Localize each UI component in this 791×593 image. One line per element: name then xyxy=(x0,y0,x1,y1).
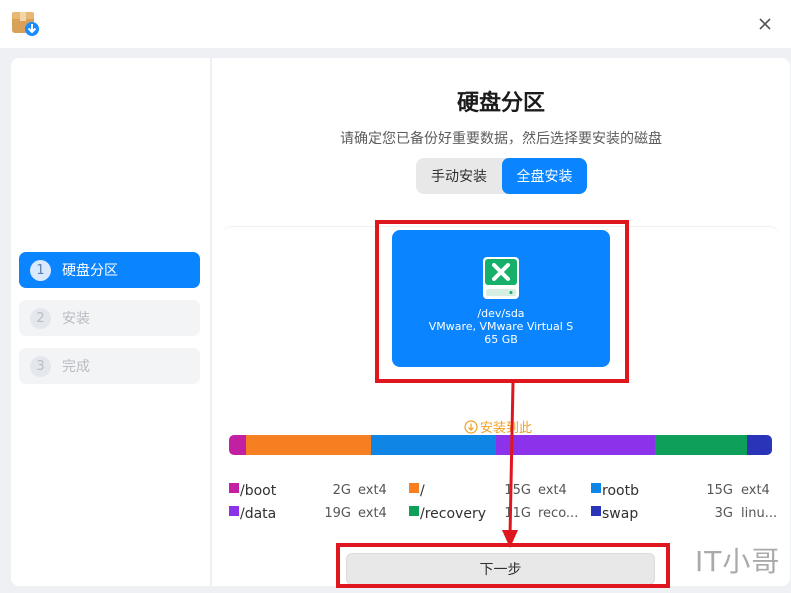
partition-segment xyxy=(371,435,497,455)
partition-segment xyxy=(655,435,747,455)
partition-size: 3G xyxy=(714,506,733,521)
page-title: 硬盘分区 xyxy=(456,91,545,116)
partition-filesystem: ext4 xyxy=(358,506,387,521)
partition-name: swap xyxy=(602,506,639,522)
legend-swatch xyxy=(409,506,419,516)
partition-name: / xyxy=(420,483,425,499)
install-mode-toggle: 手动安装 全盘安装 xyxy=(416,158,587,194)
legend-item: /data 19G ext4 xyxy=(229,506,409,524)
partition-segment xyxy=(245,435,371,455)
legend-swatch xyxy=(229,506,239,516)
step-finish[interactable]: 3 完成 xyxy=(19,348,200,384)
partition-name: /data xyxy=(240,506,277,522)
close-icon[interactable] xyxy=(753,12,777,36)
legend-item: rootb 15G ext4 xyxy=(591,483,771,501)
partition-filesystem: ext4 xyxy=(741,483,770,498)
step-number: 1 xyxy=(30,259,51,281)
partition-name: /boot xyxy=(240,483,277,499)
partition-size: 15G xyxy=(706,483,733,498)
legend-item: / 15G ext4 xyxy=(409,483,589,501)
partition-filesystem: linu... xyxy=(741,506,778,521)
tab-manual-install[interactable]: 手动安装 xyxy=(416,158,502,194)
partition-size: 2G xyxy=(332,483,351,498)
step-number: 2 xyxy=(30,307,51,329)
legend-item: swap 3G linu... xyxy=(591,506,777,524)
partition-segment xyxy=(229,435,246,455)
legend-item: /boot 2G ext4 xyxy=(229,483,409,501)
legend-swatch xyxy=(229,483,239,493)
step-partition[interactable]: 1 硬盘分区 xyxy=(19,252,200,288)
install-here-label: 安装到此 xyxy=(464,417,532,436)
partition-filesystem: ext4 xyxy=(358,483,387,498)
install-here-text: 安装到此 xyxy=(480,421,533,436)
partition-size: 15G xyxy=(504,483,531,498)
annotation-highlight-disk xyxy=(375,220,629,383)
page-subtitle: 请确定您已备份好重要数据，然后选择要安装的磁盘 xyxy=(340,131,662,147)
installer-box-icon xyxy=(12,12,39,36)
partition-bar xyxy=(229,435,772,455)
partition-size: 11G xyxy=(504,506,531,521)
annotation-highlight-next xyxy=(336,543,670,588)
legend-swatch xyxy=(591,506,601,516)
tab-full-disk-install[interactable]: 全盘安装 xyxy=(502,158,587,194)
step-number: 3 xyxy=(30,355,51,377)
partition-size: 19G xyxy=(324,506,351,521)
partition-segment xyxy=(746,435,772,455)
step-label: 硬盘分区 xyxy=(62,263,118,279)
partition-segment xyxy=(496,435,656,455)
partition-filesystem: ext4 xyxy=(538,483,567,498)
legend-item: /recovery 11G reco... xyxy=(409,506,589,524)
legend-swatch xyxy=(409,483,419,493)
partition-name: /recovery xyxy=(420,506,486,522)
watermark: IT小哥 xyxy=(695,545,781,578)
legend-swatch xyxy=(591,483,601,493)
title-bar xyxy=(0,0,791,48)
partition-filesystem: reco... xyxy=(538,506,579,521)
step-label: 完成 xyxy=(62,359,90,375)
step-install[interactable]: 2 安装 xyxy=(19,300,200,336)
down-arrow-circle-icon xyxy=(464,419,478,434)
partition-name: rootb xyxy=(602,483,639,499)
step-label: 安装 xyxy=(62,311,90,327)
